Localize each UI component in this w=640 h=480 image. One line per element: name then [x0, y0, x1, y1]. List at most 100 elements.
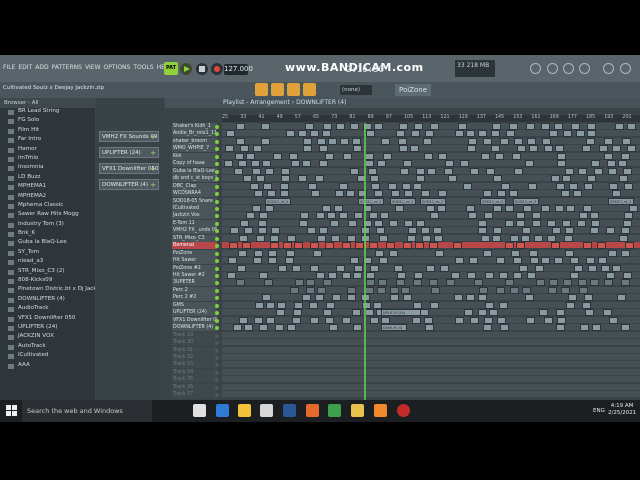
playlist-clip[interactable] — [455, 130, 464, 138]
playlist-clip[interactable] — [258, 227, 267, 235]
track-name[interactable]: shaker_broom — [172, 137, 217, 145]
playlist-clip[interactable] — [478, 309, 487, 317]
playlist-clip[interactable] — [350, 123, 359, 130]
playlist-clip[interactable] — [397, 272, 406, 279]
playlist-clip[interactable] — [440, 264, 449, 272]
playlist-clip[interactable] — [510, 286, 519, 294]
playlist-clip[interactable] — [298, 130, 307, 138]
playlist-clip[interactable] — [591, 219, 600, 227]
track-lane[interactable] — [222, 368, 640, 376]
browser-item[interactable]: Hamor — [0, 146, 95, 155]
track-mute-led[interactable] — [215, 184, 219, 189]
playlist-clip[interactable] — [582, 145, 591, 153]
playlist-clip[interactable] — [335, 190, 344, 198]
playlist-clip[interactable] — [228, 257, 237, 265]
track-name[interactable]: DOWNLIFTER (4) — [172, 324, 217, 332]
playlist-clip[interactable] — [266, 316, 275, 324]
playlist-clip[interactable] — [547, 219, 556, 227]
playlist-clip[interactable] — [255, 301, 264, 309]
playlist-clip[interactable] — [529, 145, 538, 153]
playlist-clip[interactable] — [587, 175, 596, 183]
playlist-clip[interactable] — [285, 257, 294, 265]
playlist-clip[interactable] — [496, 286, 505, 294]
playlist-clip[interactable] — [287, 324, 296, 332]
playlist-clip[interactable] — [539, 309, 548, 317]
playlist-clip[interactable]: SOD11_re_2 — [265, 197, 291, 205]
track-mute-led[interactable] — [215, 385, 219, 390]
playlist-clip[interactable] — [413, 279, 422, 287]
track-lane[interactable] — [222, 383, 640, 391]
playlist-clip[interactable] — [623, 167, 632, 175]
playlist-clip[interactable] — [395, 204, 404, 212]
playlist-clip[interactable] — [578, 167, 587, 175]
playlist-clip[interactable] — [621, 227, 630, 235]
playlist-clip[interactable] — [424, 152, 433, 160]
playlist-clip[interactable] — [492, 123, 501, 130]
track-mute-led[interactable] — [215, 341, 219, 346]
playlist-clip[interactable] — [310, 130, 319, 138]
playlist-clip[interactable] — [434, 234, 443, 242]
firefox-icon[interactable] — [306, 404, 319, 417]
playlist-clip[interactable] — [585, 309, 594, 317]
playlist-clip[interactable] — [339, 182, 348, 190]
playlist-clip[interactable] — [623, 272, 632, 279]
playlist-clip[interactable] — [493, 204, 502, 212]
track-mute-led[interactable] — [215, 281, 219, 286]
playlist-clip[interactable] — [355, 242, 364, 250]
playlist-clip[interactable] — [325, 316, 334, 324]
browser-item[interactable]: AutoTrack — [0, 343, 95, 352]
track-mute-led[interactable] — [215, 303, 219, 308]
track-name[interactable]: Track 37 — [172, 391, 217, 399]
playlist-clip[interactable] — [239, 234, 248, 242]
playlist-clip[interactable] — [467, 145, 476, 153]
playlist-clip[interactable] — [416, 167, 425, 175]
browser-item[interactable]: Insomnia — [0, 164, 95, 173]
downlifter-clip[interactable]: DOW..R (4) — [381, 324, 407, 332]
playlist-clip[interactable] — [374, 123, 383, 130]
playlist-clip[interactable] — [286, 249, 295, 257]
playlist-clip[interactable] — [561, 190, 570, 198]
playlist-clip[interactable] — [281, 175, 290, 183]
playlist-clip[interactable] — [541, 204, 550, 212]
playlist-clip[interactable] — [366, 279, 375, 287]
playlist-clip[interactable] — [319, 227, 328, 235]
track-name[interactable]: E-Tom 11 — [172, 219, 217, 227]
browser-item[interactable]: STR_Mixo_C3 (2) — [0, 268, 95, 277]
playlist-clip[interactable] — [563, 130, 572, 138]
playlist-clip[interactable] — [554, 257, 563, 265]
playlist-clip[interactable] — [513, 257, 522, 265]
playlist-clip[interactable] — [243, 175, 252, 183]
playlist-clip[interactable] — [403, 160, 412, 168]
track-lane[interactable] — [222, 227, 640, 235]
playlist-clip[interactable] — [584, 182, 593, 190]
track-lane[interactable] — [222, 242, 640, 250]
playlist-clip[interactable] — [323, 309, 332, 317]
playlist-clip[interactable] — [587, 123, 596, 130]
playlist-clip[interactable] — [270, 242, 279, 250]
track-mute-led[interactable] — [215, 236, 219, 241]
track-mute-led[interactable] — [215, 370, 219, 375]
playlist-clip[interactable] — [256, 234, 265, 242]
playlist-clip[interactable] — [556, 324, 565, 332]
store-icon[interactable] — [260, 404, 273, 417]
playlist-clip[interactable] — [590, 279, 599, 287]
playlist-clip[interactable] — [499, 301, 508, 309]
track-lane[interactable] — [222, 361, 640, 369]
playlist-clip[interactable] — [424, 316, 433, 324]
track-lane[interactable] — [222, 145, 640, 153]
track-name[interactable]: VFX1 Downlifter 050 — [172, 316, 217, 324]
playlist-clip[interactable] — [252, 204, 261, 212]
playlist-clip[interactable] — [291, 160, 300, 168]
track-lane[interactable] — [222, 264, 640, 272]
playlist-clip[interactable] — [369, 242, 378, 250]
playlist-clip[interactable] — [253, 257, 262, 265]
playlist-clip[interactable] — [266, 301, 275, 309]
browser-item[interactable]: UPLIFTER (24) — [0, 324, 95, 333]
browser-item[interactable]: JACKZIN VOX — [0, 333, 95, 342]
track-mute-led[interactable] — [215, 288, 219, 293]
playlist-clip[interactable] — [298, 175, 307, 183]
playlist-clip[interactable] — [261, 137, 270, 145]
help-icon[interactable] — [579, 63, 590, 74]
playlist-clip[interactable] — [319, 160, 328, 168]
playlist-clip[interactable] — [618, 160, 627, 168]
